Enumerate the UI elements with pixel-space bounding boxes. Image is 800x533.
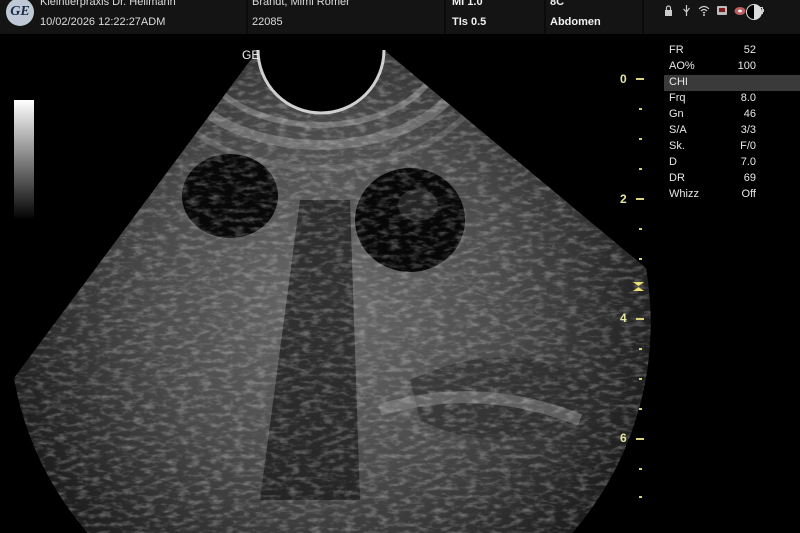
param-value: 100: [737, 60, 756, 72]
focus-marker-icon[interactable]: [633, 282, 644, 291]
param-label: Whizz: [669, 188, 699, 200]
param-row-chi: CHI: [664, 75, 800, 91]
probe-orientation-label: GE: [242, 48, 260, 62]
depth-tick-minor: [639, 348, 642, 350]
param-row-frq: Frq 8.0: [664, 91, 800, 107]
imaging-parameters-panel: FR 52 AO% 100 CHI Frq 8.0 Gn 46 S/A 3/3 …: [664, 43, 800, 203]
param-label: FR: [669, 44, 684, 56]
param-value: 7.0: [740, 156, 756, 168]
depth-tick-minor: [639, 168, 642, 170]
param-label: AO%: [669, 60, 695, 72]
depth-tick-major: [636, 198, 644, 200]
param-row-ao: AO% 100: [664, 59, 800, 75]
param-value: 69: [743, 172, 756, 184]
depth-label-4: 4: [620, 311, 627, 325]
param-row-sk: Sk. F/0: [664, 139, 800, 155]
depth-tick-major: [636, 78, 644, 80]
depth-tick-minor: [639, 496, 642, 498]
depth-tick-minor: [639, 378, 642, 380]
param-value: F/0: [740, 140, 756, 152]
grayscale-bar: [14, 100, 34, 220]
param-value: 3/3: [740, 124, 756, 136]
depth-tick-minor: [639, 228, 642, 230]
param-label: D: [669, 156, 677, 168]
param-row-sa: S/A 3/3: [664, 123, 800, 139]
depth-tick-major: [636, 318, 644, 320]
depth-tick-minor: [639, 258, 642, 260]
param-value: 8.0: [740, 92, 756, 104]
param-value: 46: [743, 108, 756, 120]
param-value: 52: [743, 44, 756, 56]
param-label: Gn: [669, 108, 684, 120]
depth-tick-major: [636, 438, 644, 440]
param-row-gn: Gn 46: [664, 107, 800, 123]
depth-label-0: 0: [620, 72, 627, 86]
param-row-fr: FR 52: [664, 43, 800, 59]
param-row-dr: DR 69: [664, 171, 800, 187]
param-label: Sk.: [669, 140, 685, 152]
param-label: Frq: [669, 92, 686, 104]
depth-tick-minor: [639, 138, 642, 140]
depth-tick-minor: [639, 108, 642, 110]
param-value: Off: [741, 188, 756, 200]
param-row-whizz: Whizz Off: [664, 187, 800, 203]
param-label: S/A: [669, 124, 687, 136]
param-row-d: D 7.0: [664, 155, 800, 171]
param-label: CHI: [669, 76, 688, 88]
depth-label-6: 6: [620, 431, 627, 445]
param-label: DR: [669, 172, 685, 184]
depth-tick-minor: [639, 408, 642, 410]
depth-tick-minor: [639, 468, 642, 470]
depth-label-2: 2: [620, 192, 627, 206]
